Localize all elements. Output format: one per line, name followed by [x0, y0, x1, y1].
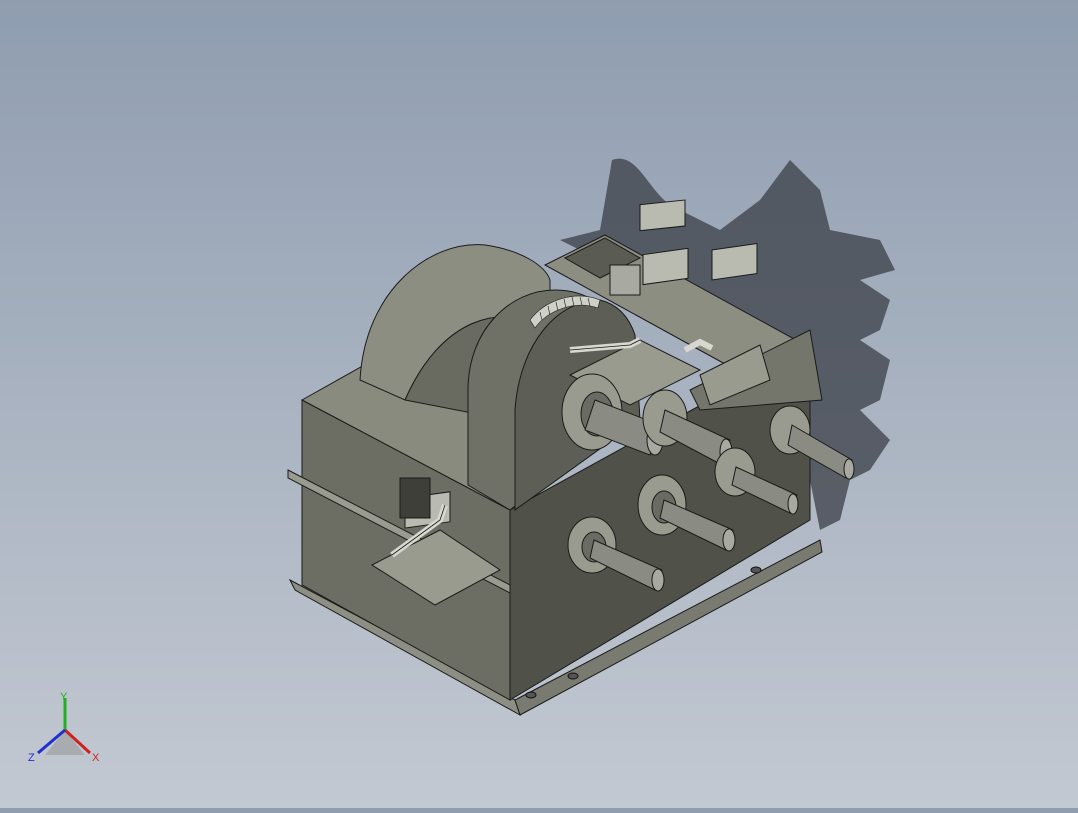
z-axis-label: Z [28, 752, 35, 764]
model-view[interactable] [0, 0, 1078, 808]
y-axis-label: Y [60, 691, 68, 703]
graphics-viewport[interactable] [0, 0, 1078, 808]
x-axis-label: X [92, 752, 100, 764]
coordinate-triad: Y X Z [28, 691, 100, 764]
